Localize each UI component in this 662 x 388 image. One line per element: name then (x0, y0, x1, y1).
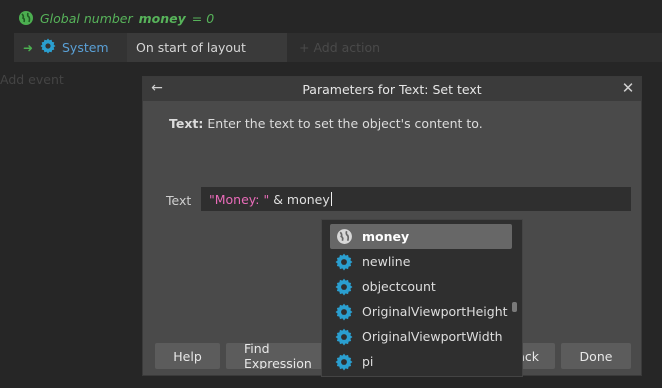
help-button[interactable]: Help (155, 343, 220, 369)
event-condition-object[interactable]: ➜ System (14, 33, 127, 62)
global-variable-row[interactable]: Global number money = 0 (18, 8, 214, 28)
autocomplete-item-label: objectcount (362, 279, 436, 294)
string-literal-token: "Money: " (209, 191, 270, 207)
globe-icon (18, 10, 34, 26)
autocomplete-item[interactable]: pi (330, 349, 512, 374)
scrollbar-thumb[interactable] (512, 302, 517, 312)
gear-icon (335, 278, 353, 296)
close-icon[interactable]: ✕ (620, 80, 636, 96)
gear-icon (335, 353, 353, 371)
autocomplete-item[interactable]: money (330, 224, 512, 249)
gear-icon (40, 38, 56, 57)
dialog-header: ← Parameters for Text: Set text ✕ (143, 77, 641, 101)
autocomplete-item-label: OriginalViewportHeight (362, 304, 508, 319)
text-field-label: Text (166, 193, 192, 208)
globe-icon (335, 228, 353, 246)
expression-rest: & money (269, 191, 330, 207)
autocomplete-dropdown[interactable]: money newline objectcount OriginalViewportH… (322, 220, 522, 376)
event-trigger[interactable]: On start of layout (127, 33, 287, 62)
gear-icon (335, 253, 353, 271)
done-button[interactable]: Done (561, 343, 631, 369)
text-expression-input[interactable]: "Money: " & money (201, 187, 631, 211)
add-action-link[interactable]: + Add action (287, 33, 380, 62)
gear-icon (335, 328, 353, 346)
dialog-title: Parameters for Text: Set text (302, 81, 482, 97)
gear-icon (335, 303, 353, 321)
autocomplete-item-label: money (362, 229, 410, 244)
autocomplete-item[interactable]: OriginalViewportHeight (330, 299, 512, 324)
event-row[interactable]: ➜ System On start of layout + Add action (14, 33, 662, 62)
autocomplete-item-label: OriginalViewportWidth (362, 329, 503, 344)
autocomplete-item[interactable]: newline (330, 249, 512, 274)
autocomplete-scrollbar[interactable] (512, 224, 517, 372)
parameter-help-text: Enter the text to set the object's conte… (207, 116, 483, 131)
back-arrow-icon[interactable]: ← (149, 80, 165, 96)
autocomplete-list: money newline objectcount OriginalViewportH… (330, 224, 512, 374)
parameter-name: Text: (169, 116, 204, 131)
autocomplete-item-label: newline (362, 254, 411, 269)
text-caret (330, 192, 332, 206)
global-var-name: money (138, 10, 186, 26)
condition-object-label: System (62, 40, 109, 55)
autocomplete-item[interactable]: objectcount (330, 274, 512, 299)
parameter-description: Text: Enter the text to set the object's… (169, 116, 483, 131)
autocomplete-item[interactable]: OriginalViewportWidth (330, 324, 512, 349)
add-event-link[interactable]: Add event (0, 72, 64, 87)
global-var-prefix: Global number (40, 10, 133, 26)
global-var-value: = 0 (191, 10, 215, 26)
trigger-arrow-icon: ➜ (22, 40, 34, 55)
autocomplete-item-label: pi (362, 354, 374, 369)
